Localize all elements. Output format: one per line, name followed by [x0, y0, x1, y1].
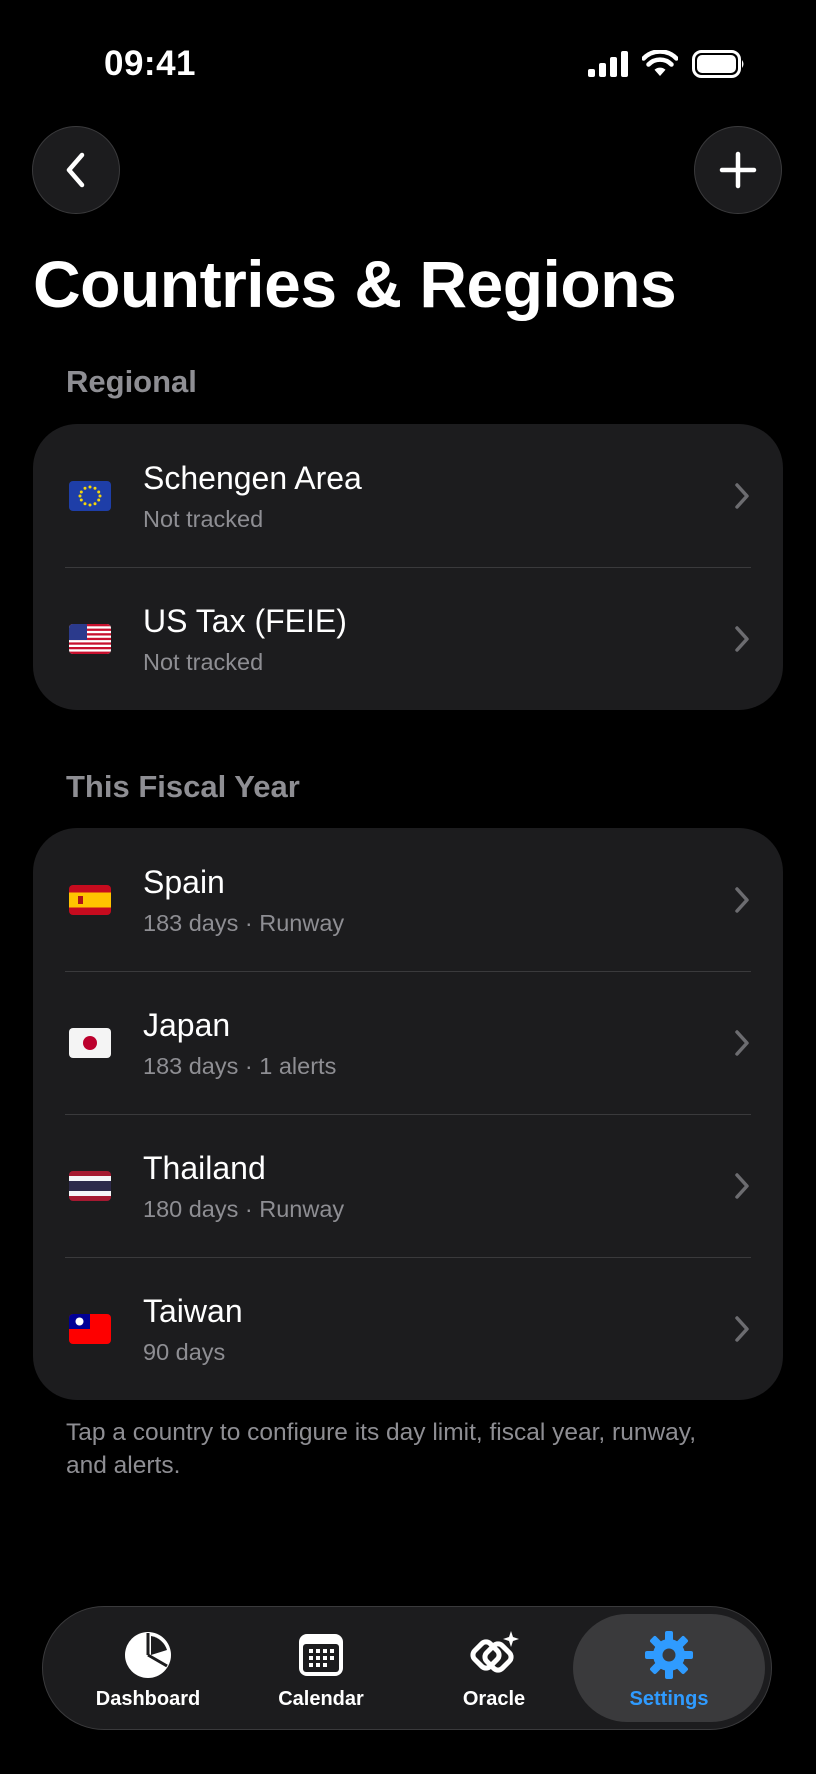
country-limit: 90 days — [143, 1339, 226, 1365]
country-name: Taiwan — [143, 1293, 243, 1329]
footnote: Tap a country to configure its day limit… — [66, 1419, 697, 1479]
taiwan-flag-icon — [69, 1314, 111, 1344]
chevron-left-icon — [66, 152, 85, 188]
country-row-spain[interactable]: Spain 183 days · Runway — [33, 828, 783, 971]
tab-label: Settings — [629, 1688, 709, 1710]
eu-flag-icon — [69, 481, 111, 511]
calendar-icon — [299, 1634, 343, 1676]
country-status: Not tracked — [143, 649, 264, 675]
country-status: Not tracked — [143, 506, 264, 532]
tab-bar: Dashboard Calendar Oracle Settings — [42, 1606, 772, 1730]
country-name: Schengen Area — [143, 460, 362, 496]
status-bar: 09:41 — [0, 0, 816, 120]
country-row-thailand[interactable]: Thailand 180 days · Runway — [33, 1114, 783, 1257]
back-button[interactable] — [32, 126, 120, 214]
plus-icon — [719, 151, 757, 189]
oracle-sparkle-icon — [470, 1631, 519, 1673]
battery-icon — [692, 50, 744, 78]
country-name: US Tax (FEIE) — [143, 603, 347, 639]
tab-label: Dashboard — [95, 1688, 201, 1710]
chevron-right-icon — [735, 483, 749, 509]
country-limit: 183 days · Runway — [143, 910, 345, 936]
page-title: Countries & Regions — [33, 247, 677, 321]
country-row-us-tax-feie[interactable]: US Tax (FEIE) Not tracked — [33, 567, 783, 710]
add-button[interactable] — [694, 126, 782, 214]
cellular-signal-icon — [588, 51, 628, 77]
spain-flag-icon — [69, 885, 111, 915]
country-name: Thailand — [143, 1150, 266, 1186]
section-header-regional: Regional — [66, 364, 197, 399]
gear-icon — [645, 1631, 693, 1679]
thailand-flag-icon — [69, 1171, 111, 1201]
tab-dashboard[interactable]: Dashboard — [63, 1614, 233, 1722]
tab-settings[interactable]: Settings — [573, 1614, 765, 1722]
section-header-this-fiscal-year: This Fiscal Year — [66, 769, 300, 804]
chevron-right-icon — [735, 887, 749, 913]
chevron-right-icon — [735, 626, 749, 652]
country-name: Japan — [143, 1007, 231, 1043]
chevron-right-icon — [735, 1316, 749, 1342]
country-row-japan[interactable]: Japan 183 days · 1 alerts — [33, 971, 783, 1114]
status-icons — [588, 50, 746, 78]
tab-label: Oracle — [462, 1688, 526, 1710]
chevron-right-icon — [735, 1030, 749, 1056]
country-limit: 183 days · 1 alerts — [143, 1053, 337, 1079]
pie-chart-icon — [125, 1632, 171, 1678]
wifi-icon — [642, 50, 678, 76]
status-time: 09:41 — [104, 44, 197, 83]
country-name: Spain — [143, 864, 225, 900]
us-flag-icon — [69, 624, 111, 654]
tab-oracle[interactable]: Oracle — [409, 1614, 579, 1722]
tab-calendar[interactable]: Calendar — [236, 1614, 406, 1722]
fiscal-year-card: Spain 183 days · Runway Japan 183 days ·… — [33, 828, 783, 1400]
regional-card: Schengen Area Not tracked US Tax (FEIE) … — [33, 424, 783, 710]
tab-label: Calendar — [278, 1688, 364, 1710]
japan-flag-icon — [69, 1028, 111, 1058]
chevron-right-icon — [735, 1173, 749, 1199]
country-row-taiwan[interactable]: Taiwan 90 days — [33, 1257, 783, 1400]
country-row-schengen-area[interactable]: Schengen Area Not tracked — [33, 424, 783, 567]
country-limit: 180 days · Runway — [143, 1196, 345, 1222]
